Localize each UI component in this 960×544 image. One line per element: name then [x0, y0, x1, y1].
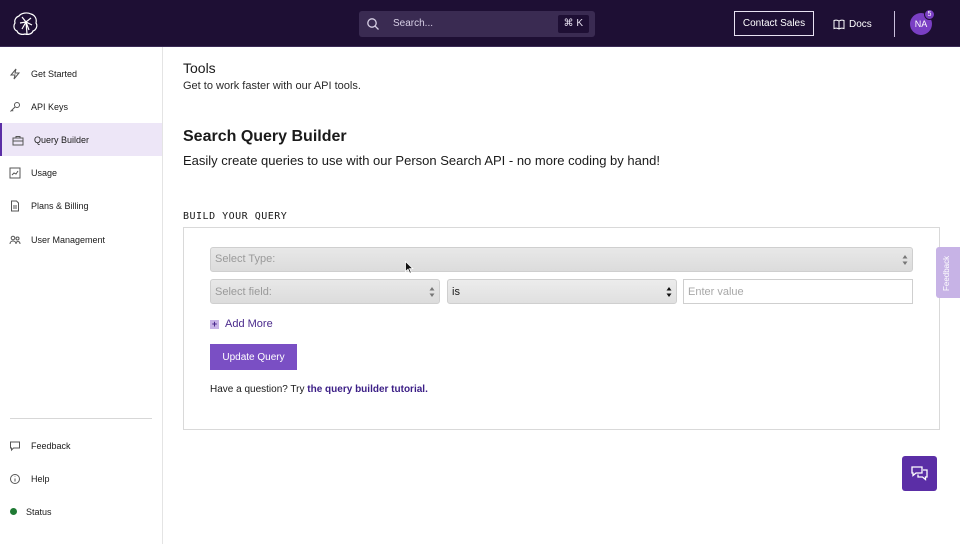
status-dot-icon	[10, 508, 17, 515]
type-select-value: Select Type:	[215, 253, 276, 265]
bolt-icon	[9, 68, 21, 79]
sidebar-item-user-management[interactable]: User Management	[0, 223, 162, 256]
question-text: Have a question? Try	[210, 384, 308, 395]
chart-icon	[9, 167, 21, 178]
sidebar: Get Started API Keys Query Builder Usage…	[0, 47, 163, 544]
section-title: Search Query Builder	[183, 128, 347, 145]
docs-label: Docs	[849, 18, 872, 30]
tutorial-link[interactable]: the query builder tutorial.	[307, 384, 428, 395]
type-select[interactable]: Select Type:	[210, 247, 913, 272]
sidebar-item-label: Query Builder	[34, 134, 90, 145]
notification-badge: 5	[924, 9, 935, 20]
build-query-label: BUILD YOUR QUERY	[183, 211, 288, 222]
sidebar-item-status[interactable]: Status	[0, 495, 162, 528]
users-icon	[9, 235, 21, 244]
sidebar-item-label: Plans & Billing	[31, 200, 89, 211]
chat-button[interactable]	[902, 456, 937, 491]
sidebar-item-label: Help	[31, 473, 50, 484]
plus-icon: +	[210, 318, 219, 329]
select-arrows-icon	[902, 255, 908, 265]
operator-select[interactable]: is	[447, 279, 677, 304]
header-divider	[894, 11, 895, 37]
sidebar-item-query-builder[interactable]: Query Builder	[0, 123, 162, 156]
select-arrows-icon	[666, 287, 672, 297]
sidebar-item-api-keys[interactable]: API Keys	[0, 90, 162, 123]
search-shortcut: ⌘ K	[557, 15, 589, 33]
sidebar-item-feedback[interactable]: Feedback	[0, 429, 162, 462]
sidebar-item-label: Usage	[31, 167, 58, 178]
operator-select-value: is	[452, 286, 460, 298]
toolbox-icon	[12, 135, 24, 145]
sidebar-item-plans-billing[interactable]: Plans & Billing	[0, 189, 162, 222]
sidebar-item-usage[interactable]: Usage	[0, 156, 162, 189]
help-question: Have a question? Try the query builder t…	[210, 384, 428, 395]
sidebar-item-label: API Keys	[31, 101, 69, 112]
comment-icon	[10, 441, 20, 451]
book-icon	[833, 19, 845, 30]
feedback-tab-label: Feedback	[942, 255, 951, 291]
contact-sales-button[interactable]: Contact Sales	[734, 11, 814, 36]
chat-icon	[911, 466, 928, 481]
sidebar-item-label: Status	[26, 506, 52, 517]
query-builder-panel: Select Type: Select field: is + Add More…	[183, 227, 940, 430]
select-arrows-icon	[429, 287, 435, 297]
document-icon	[11, 200, 19, 211]
search-placeholder: Search...	[393, 18, 434, 29]
field-select-value: Select field:	[215, 286, 272, 298]
info-icon	[10, 473, 20, 484]
section-subtitle: Easily create queries to use with our Pe…	[183, 153, 660, 168]
search-icon	[367, 18, 379, 30]
page-subtitle: Get to work faster with our API tools.	[183, 80, 361, 92]
page-title: Tools	[183, 60, 216, 76]
field-select[interactable]: Select field:	[210, 279, 440, 304]
update-query-button[interactable]: Update Query	[210, 344, 297, 370]
sidebar-divider	[10, 418, 152, 419]
sidebar-item-label: Get Started	[31, 68, 78, 79]
top-bar: Search... ⌘ K Contact Sales Docs NA 5	[0, 0, 960, 47]
sidebar-item-label: User Management	[31, 234, 106, 245]
mouse-cursor-icon	[405, 261, 414, 274]
add-more-button[interactable]: + Add More	[210, 318, 273, 330]
feedback-tab[interactable]: Feedback	[936, 247, 960, 298]
search-bar[interactable]: Search... ⌘ K	[359, 11, 595, 37]
docs-link[interactable]: Docs	[833, 16, 872, 32]
add-more-label: Add More	[225, 318, 273, 330]
key-icon	[10, 101, 20, 112]
sidebar-item-get-started[interactable]: Get Started	[0, 57, 162, 90]
sidebar-item-help[interactable]: Help	[0, 462, 162, 495]
brain-logo-icon[interactable]	[10, 8, 42, 40]
sidebar-item-label: Feedback	[31, 440, 71, 451]
value-input[interactable]	[683, 279, 913, 304]
